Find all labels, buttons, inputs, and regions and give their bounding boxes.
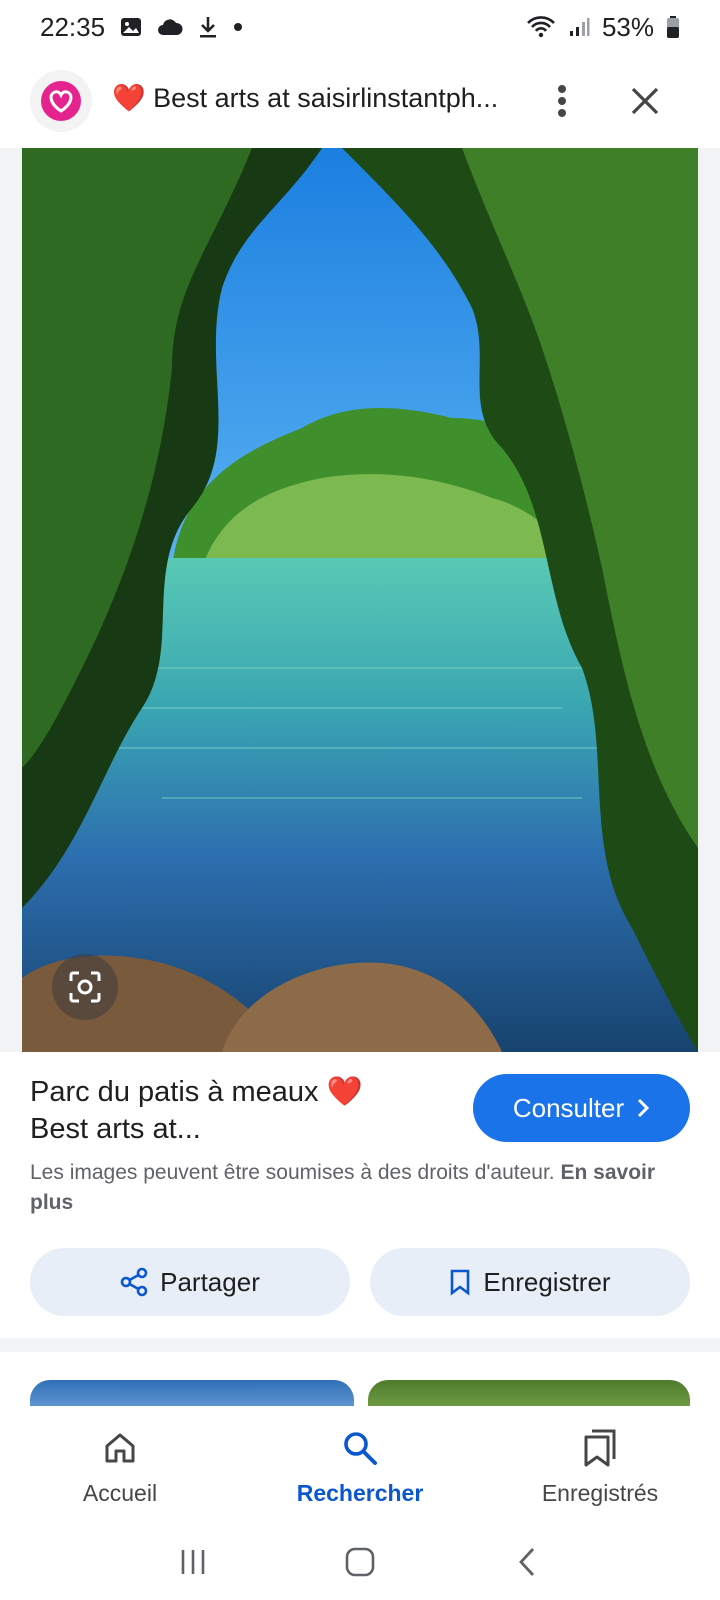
heart-emoji: ❤️ (112, 83, 146, 113)
lens-icon (69, 971, 101, 1003)
system-navigation (0, 1524, 720, 1600)
status-time: 22:35 (40, 11, 106, 42)
battery-percent: 53% (601, 11, 654, 42)
section-divider (0, 1338, 720, 1352)
result-title-line1: Parc du patis à meaux ❤️ (30, 1076, 363, 1108)
result-title[interactable]: Parc du patis à meaux ❤️ Best arts at... (30, 1074, 430, 1148)
google-lens-button[interactable] (52, 954, 118, 1020)
status-bar: 22:35 53% (0, 0, 720, 54)
status-right: 53% (526, 12, 680, 43)
share-label: Partager (160, 1266, 260, 1297)
more-options-button[interactable] (540, 76, 584, 126)
close-icon (631, 87, 659, 115)
result-image[interactable] (22, 148, 698, 1052)
bottom-navigation: Accueil Rechercher Enregistrés (0, 1406, 720, 1524)
wifi-icon (526, 15, 556, 39)
copyright-text: Les images peuvent être soumises à des d… (30, 1161, 555, 1184)
back-button[interactable] (497, 1542, 557, 1582)
nav-item-saved[interactable]: Enregistrés (480, 1406, 720, 1524)
nav-label-search: Rechercher (296, 1480, 424, 1506)
chevron-right-icon (638, 1098, 650, 1118)
action-row: Partager Enregistrer (30, 1248, 690, 1316)
saved-icon (578, 1426, 622, 1470)
consult-button[interactable]: Consulter (473, 1074, 690, 1142)
gallery-icon (119, 15, 143, 39)
recent-apps-button[interactable] (163, 1542, 223, 1582)
home-button[interactable] (330, 1542, 390, 1582)
copyright-notice: Les images peuvent être soumises à des d… (30, 1158, 700, 1218)
close-button[interactable] (622, 78, 668, 124)
image-viewer (0, 148, 720, 1052)
nav-item-search[interactable]: Rechercher (240, 1406, 480, 1524)
source-title: ❤️ Best arts at saisirlinstantph... (112, 82, 502, 114)
source-title-text: Best arts at saisirlinstantph... (153, 83, 499, 113)
consult-label: Consulter (512, 1092, 625, 1123)
share-icon (120, 1267, 148, 1297)
save-button[interactable]: Enregistrer (370, 1248, 690, 1316)
save-label: Enregistrer (483, 1266, 611, 1297)
nav-label-saved: Enregistrés (541, 1480, 659, 1506)
back-icon (518, 1548, 534, 1576)
battery-icon (666, 15, 680, 39)
result-header: ❤️ Best arts at saisirlinstantph... (0, 68, 720, 134)
heart-logo-icon (41, 81, 81, 121)
signal-icon (568, 16, 590, 38)
lake-photo (22, 148, 698, 1052)
home-circle-icon (345, 1547, 375, 1577)
dot-icon (233, 22, 243, 32)
result-title-line2: Best arts at... (30, 1113, 201, 1145)
site-avatar[interactable] (30, 70, 92, 132)
nav-item-home[interactable]: Accueil (0, 1406, 240, 1524)
share-button[interactable]: Partager (30, 1248, 350, 1316)
status-left: 22:35 (40, 12, 243, 43)
search-icon (338, 1426, 382, 1470)
home-icon (98, 1426, 142, 1470)
cloud-icon (157, 17, 183, 37)
nav-label-home: Accueil (82, 1480, 158, 1506)
bookmark-icon (451, 1269, 470, 1296)
download-icon (197, 15, 219, 39)
recent-apps-icon (182, 1550, 205, 1574)
more-vert-icon (558, 85, 566, 117)
